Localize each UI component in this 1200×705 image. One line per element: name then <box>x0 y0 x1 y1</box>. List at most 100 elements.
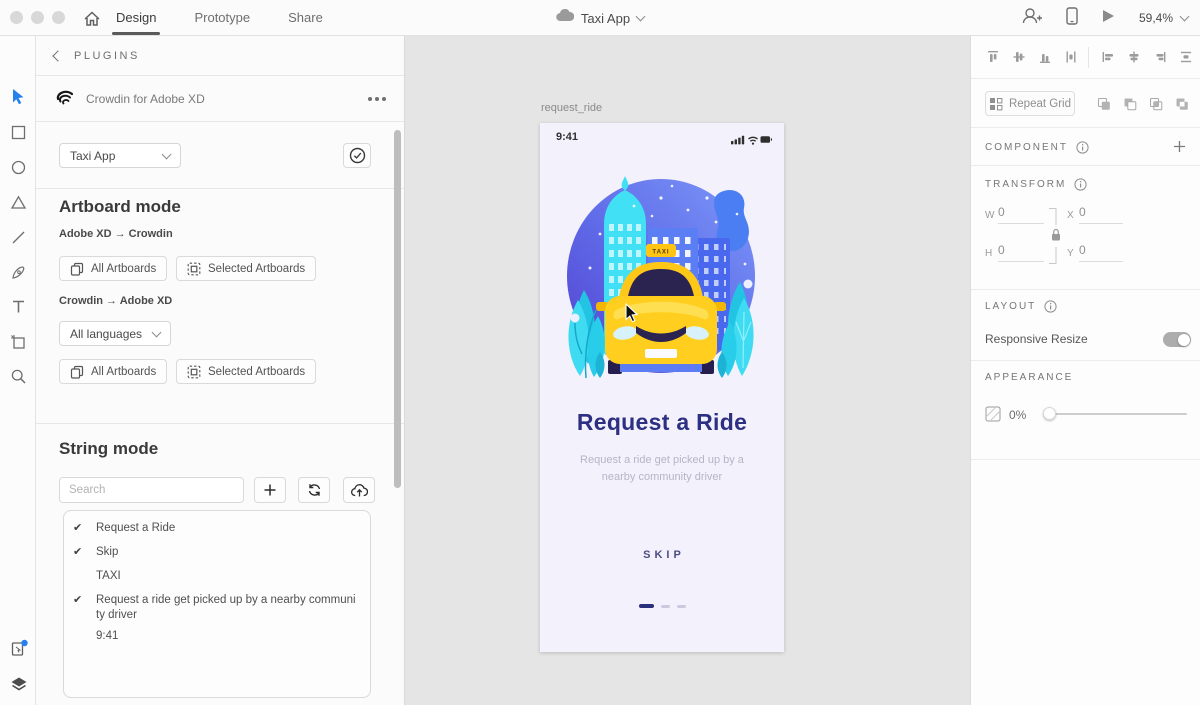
string-row[interactable]: TAXI <box>64 569 370 584</box>
divider <box>1088 47 1089 68</box>
onboarding-subtitle[interactable]: Request a ride get picked up by a nearby… <box>540 452 784 486</box>
back-chevron-icon[interactable] <box>52 49 64 62</box>
string-row[interactable]: ✔ Skip <box>64 545 370 560</box>
crowdin-to-xd-label: Crowdin → Adobe XD <box>59 295 173 307</box>
width-field[interactable]: 0 <box>998 205 1044 224</box>
check-icon <box>73 569 87 584</box>
zoom-level-chevron-icon <box>1179 11 1190 22</box>
download-selected-artboards-button[interactable]: Selected Artboards <box>176 359 317 384</box>
boolean-union-icon[interactable] <box>1096 96 1112 117</box>
document-title[interactable]: Taxi App <box>581 11 630 26</box>
onboarding-heading[interactable]: Request a Ride <box>540 409 784 436</box>
line-tool-icon[interactable] <box>10 229 27 246</box>
home-icon[interactable] <box>82 9 102 29</box>
desktop-preview-play-icon[interactable] <box>1102 9 1115 28</box>
info-icon[interactable] <box>1076 141 1089 154</box>
repeat-grid-label: Repeat Grid <box>1008 97 1071 110</box>
invite-users-icon[interactable] <box>1022 7 1042 30</box>
taxi-illustration[interactable]: TAXI <box>564 172 758 392</box>
distribute-horizontal-icon[interactable] <box>1178 49 1194 70</box>
opacity-slider-handle[interactable] <box>1043 407 1056 420</box>
responsive-resize-label: Responsive Resize <box>985 332 1088 346</box>
crowdin-plugin-panel: PLUGINS Crowdin for Adobe XD Taxi App Ar… <box>36 36 405 705</box>
zoom-level-control[interactable]: 59,4% <box>1139 11 1190 25</box>
ellipse-tool-icon[interactable] <box>10 159 27 176</box>
rectangle-tool-icon[interactable] <box>10 124 27 141</box>
device-preview-icon[interactable] <box>1066 6 1078 30</box>
select-tool-icon[interactable] <box>10 88 27 105</box>
lock-aspect-ratio-icon[interactable] <box>1047 207 1063 270</box>
height-field[interactable]: 0 <box>998 243 1044 262</box>
upload-selected-artboards-button[interactable]: Selected Artboards <box>176 256 317 281</box>
repeat-grid-button[interactable]: Repeat Grid <box>985 91 1075 116</box>
plugins-panel-icon[interactable] <box>10 639 28 656</box>
align-right-icon[interactable] <box>1152 49 1168 70</box>
boolean-subtract-icon[interactable] <box>1122 96 1138 117</box>
opacity-value[interactable]: 0% <box>1009 408 1026 422</box>
plugins-header-label[interactable]: PLUGINS <box>74 50 140 62</box>
confirm-project-button[interactable] <box>343 143 371 168</box>
responsive-resize-toggle[interactable] <box>1163 332 1191 347</box>
page-dot <box>660 604 670 608</box>
boolean-intersect-icon[interactable] <box>1148 96 1164 117</box>
string-row[interactable]: ✔ Request a Ride <box>64 521 370 536</box>
panel-scrollbar[interactable] <box>394 130 401 488</box>
transform-section: TRANSFORM W 0 H 0 X 0 Y 0 <box>971 166 1200 290</box>
window-minimize-button[interactable] <box>31 11 44 24</box>
distribute-vertical-icon[interactable] <box>1063 49 1079 70</box>
page-indicator[interactable] <box>540 604 784 608</box>
boolean-exclude-icon[interactable] <box>1174 96 1190 117</box>
zoom-tool-icon[interactable] <box>10 368 27 385</box>
info-icon[interactable] <box>1074 178 1087 191</box>
artboard-request-ride[interactable]: 9:41 TAXI Request a Ride Request a ride … <box>540 123 784 652</box>
language-dropdown[interactable]: All languages <box>59 321 171 346</box>
taxi-roof-sign-text[interactable]: TAXI <box>652 250 669 256</box>
align-left-icon[interactable] <box>1100 49 1116 70</box>
refresh-strings-button[interactable] <box>298 477 330 503</box>
align-top-icon[interactable] <box>985 49 1001 70</box>
layout-section: LAYOUT Responsive Resize <box>971 290 1200 361</box>
tab-share[interactable]: Share <box>288 0 323 36</box>
info-icon[interactable] <box>1044 300 1057 313</box>
string-text: 9:41 <box>96 630 119 642</box>
page-dot <box>676 604 686 608</box>
download-all-artboards-button[interactable]: All Artboards <box>59 359 168 384</box>
artboard-title[interactable]: request_ride <box>541 102 602 114</box>
pen-tool-icon[interactable] <box>10 264 27 281</box>
upload-strings-button[interactable] <box>343 477 375 503</box>
document-title-chevron-icon[interactable] <box>635 11 646 22</box>
window-close-button[interactable] <box>10 11 23 24</box>
opacity-slider-track[interactable] <box>1049 413 1187 415</box>
string-row[interactable]: 9:41 <box>64 629 370 644</box>
status-bar-icons <box>731 132 772 150</box>
window-zoom-button[interactable] <box>52 11 65 24</box>
project-dropdown[interactable]: Taxi App <box>59 143 181 168</box>
string-text: Request a Ride <box>96 522 176 534</box>
layout-label: LAYOUT <box>985 301 1037 312</box>
plugin-more-icon[interactable] <box>368 96 386 101</box>
polygon-tool-icon[interactable] <box>10 194 27 211</box>
skip-button[interactable]: SKIP <box>540 549 784 561</box>
selected-artboards-label: Selected Artboards <box>208 262 306 275</box>
y-field[interactable]: 0 <box>1079 243 1123 262</box>
tab-design[interactable]: Design <box>111 0 161 36</box>
string-row[interactable]: ✔ Request a ride get picked up by a near… <box>64 593 370 623</box>
search-input[interactable] <box>59 477 244 503</box>
project-dropdown-value: Taxi App <box>70 148 116 163</box>
x-field[interactable]: 0 <box>1079 205 1123 224</box>
artboard-tool-icon[interactable] <box>10 333 27 350</box>
add-component-icon[interactable] <box>1173 140 1186 158</box>
add-string-button[interactable] <box>254 477 286 503</box>
upload-all-artboards-button[interactable]: All Artboards <box>59 256 168 281</box>
align-bottom-icon[interactable] <box>1037 49 1053 70</box>
layers-panel-icon[interactable] <box>10 676 27 693</box>
string-text: TAXI <box>96 570 121 582</box>
text-tool-icon[interactable] <box>10 298 27 315</box>
align-center-horizontal-icon[interactable] <box>1126 49 1142 70</box>
battery-icon <box>760 136 772 143</box>
tab-prototype[interactable]: Prototype <box>194 0 250 36</box>
language-dropdown-value: All languages <box>70 326 143 341</box>
design-canvas[interactable]: request_ride 9:41 TAXI Request a Ride Re… <box>405 36 970 705</box>
status-bar-time[interactable]: 9:41 <box>556 131 578 143</box>
align-middle-vertical-icon[interactable] <box>1011 49 1027 70</box>
